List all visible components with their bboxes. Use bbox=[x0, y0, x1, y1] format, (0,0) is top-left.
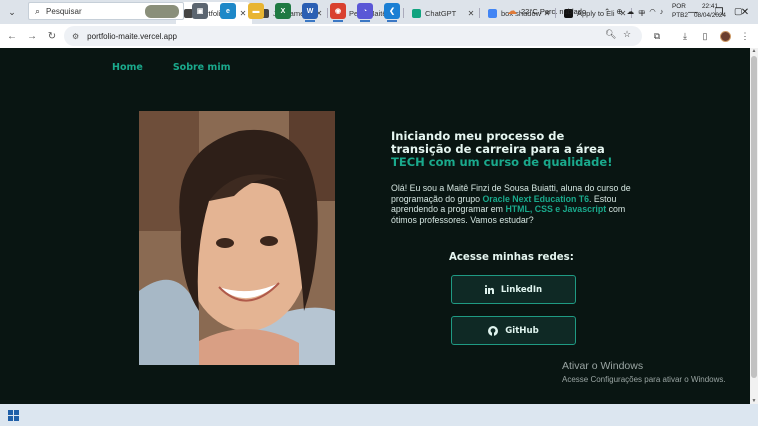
notification-icon: ▢ bbox=[734, 5, 743, 16]
bookmark-star-icon[interactable]: ☆ bbox=[623, 29, 631, 40]
windows-taskbar bbox=[0, 404, 758, 426]
reload-icon: ↻ bbox=[47, 30, 57, 42]
language-line-1: POR bbox=[672, 3, 686, 10]
arrow-right-icon: → bbox=[27, 30, 37, 42]
watermark-title: Ativar o Windows bbox=[562, 360, 644, 372]
side-panel-icon: ▯ bbox=[702, 30, 708, 41]
nav-about-link[interactable]: Sobre mim bbox=[173, 62, 231, 73]
network-icon[interactable]: ⊕ bbox=[616, 7, 622, 16]
tab-label: ChatGPT bbox=[425, 8, 457, 18]
nav-home-link[interactable]: Home bbox=[112, 62, 143, 73]
clock-time: 22:41 bbox=[702, 3, 718, 10]
system-clock[interactable]: 22:41 08/04/2024 bbox=[690, 2, 730, 20]
language-line-2: PTB2 bbox=[672, 12, 688, 19]
download-icon: ⤓ bbox=[683, 30, 687, 41]
clock-date: 08/04/2024 bbox=[694, 12, 726, 19]
tab-search-button[interactable]: ⌄ bbox=[0, 0, 24, 24]
avatar bbox=[719, 30, 731, 42]
chrome-icon[interactable]: ◉ bbox=[330, 3, 346, 22]
headline-accent: TECH com um curso de qualidade! bbox=[391, 155, 613, 169]
weather-widget[interactable]: ☁ 22°C Parc. nublado bbox=[507, 0, 586, 22]
arrow-left-icon: ← bbox=[7, 30, 17, 42]
windows-logo-icon bbox=[7, 409, 19, 421]
browser-tab[interactable]: Portfolio de ✕ bbox=[176, 2, 252, 24]
side-panel-button[interactable]: ▯ bbox=[696, 26, 714, 46]
excel-icon[interactable]: X bbox=[275, 3, 291, 19]
kebab-menu-icon: ⋮ bbox=[740, 30, 750, 41]
site-nav: Home Sobre mim bbox=[112, 62, 231, 73]
discord-icon[interactable]: ◔ bbox=[357, 3, 373, 22]
url-text: portfolio-maite.vercel.app bbox=[87, 31, 177, 41]
address-bar[interactable]: ⚙ portfolio-maite.vercel.app 🔍︎ ☆ bbox=[64, 26, 642, 46]
weather-cloud-icon: ☁ bbox=[507, 5, 517, 17]
linkedin-icon bbox=[484, 285, 494, 294]
word-icon[interactable]: W bbox=[302, 3, 318, 22]
watermark-subtitle: Acesse Configurações para ativar o Windo… bbox=[562, 375, 726, 384]
cloud-sync-icon[interactable]: ☁ bbox=[627, 7, 635, 16]
github-icon bbox=[488, 325, 499, 336]
github-label: GitHub bbox=[505, 325, 539, 336]
task-view-icon[interactable]: ▣ bbox=[192, 3, 208, 19]
chevron-up-icon[interactable]: ⌃ bbox=[604, 7, 610, 16]
social-title: Acesse minhas redes: bbox=[449, 252, 574, 263]
taskbar-search-placeholder: Pesquisar bbox=[46, 6, 82, 16]
extensions-button[interactable]: ⧉ bbox=[648, 26, 666, 46]
battery-icon[interactable]: ▭ bbox=[638, 7, 645, 16]
intro-section: Iniciando meu processo de transição de c… bbox=[391, 130, 641, 225]
browser-menu-button[interactable]: ⋮ bbox=[736, 26, 754, 46]
profile-photo bbox=[139, 111, 335, 365]
wifi-icon[interactable]: ◠ bbox=[649, 7, 656, 16]
scrollbar-thumb[interactable] bbox=[751, 56, 757, 378]
profile-avatar[interactable] bbox=[716, 26, 734, 46]
bio-paragraph: Olá! Eu sou a Maitê Finzi de Sousa Buiat… bbox=[391, 183, 641, 225]
start-button[interactable] bbox=[0, 404, 26, 426]
language-indicator[interactable]: POR PTB2 bbox=[672, 2, 688, 20]
taskbar-search-box[interactable]: ⌕ Pesquisar bbox=[28, 2, 184, 20]
file-explorer-icon[interactable]: ▬ bbox=[248, 3, 264, 19]
chevron-down-icon: ⌄ bbox=[8, 6, 16, 17]
bio-highlight-tech: HTML, CSS e Javascript bbox=[505, 204, 607, 215]
tray-icons: ⌃ ⊕ ☁ ▭ ◠ ♪ bbox=[604, 0, 663, 22]
edge-icon[interactable]: e bbox=[220, 3, 236, 19]
search-highlight-image bbox=[145, 5, 179, 18]
scroll-up-arrow-icon[interactable]: ▲ bbox=[750, 48, 758, 54]
linkedin-label: LinkedIn bbox=[500, 284, 543, 295]
vscode-icon[interactable]: ❮ bbox=[384, 3, 400, 22]
intro-headline: Iniciando meu processo de transição de c… bbox=[391, 130, 641, 169]
page-scrollbar[interactable]: ▲ ▼ bbox=[750, 48, 758, 404]
tab-favicon-icon bbox=[412, 8, 421, 18]
zoom-search-icon[interactable]: 🔍︎ bbox=[605, 29, 616, 40]
reload-button[interactable]: ↻ bbox=[42, 26, 62, 46]
site-info-icon[interactable]: ⚙ bbox=[72, 32, 79, 41]
downloads-button[interactable]: ⤓ bbox=[676, 26, 694, 46]
windows-activation-watermark: Ativar o Windows Acesse Configurações pa… bbox=[562, 360, 726, 384]
browser-toolbar: ← → ↻ ⚙ portfolio-maite.vercel.app 🔍︎ ☆ bbox=[0, 24, 758, 48]
page-viewport: Home Sobre mim Iniciando meu processo de… bbox=[0, 48, 750, 404]
puzzle-icon: ⧉ bbox=[653, 30, 661, 41]
bio-highlight-course: Oracle Next Education T6 bbox=[482, 193, 590, 204]
tab-close-icon[interactable]: ✕ bbox=[466, 9, 476, 18]
weather-text: 22°C Parc. nublado bbox=[521, 6, 587, 16]
tab-favicon-icon bbox=[488, 8, 497, 18]
forward-button[interactable]: → bbox=[22, 26, 42, 46]
browser-tab[interactable]: ChatGPT ✕ bbox=[404, 2, 480, 24]
volume-icon[interactable]: ♪ bbox=[660, 7, 664, 16]
github-button[interactable]: GitHub bbox=[451, 316, 576, 345]
back-button[interactable]: ← bbox=[2, 26, 22, 46]
linkedin-button[interactable]: LinkedIn bbox=[451, 275, 576, 304]
search-icon: ⌕ bbox=[35, 5, 41, 16]
notifications-button[interactable]: ▢ bbox=[734, 0, 743, 22]
tab-close-icon[interactable]: ✕ bbox=[238, 9, 248, 18]
